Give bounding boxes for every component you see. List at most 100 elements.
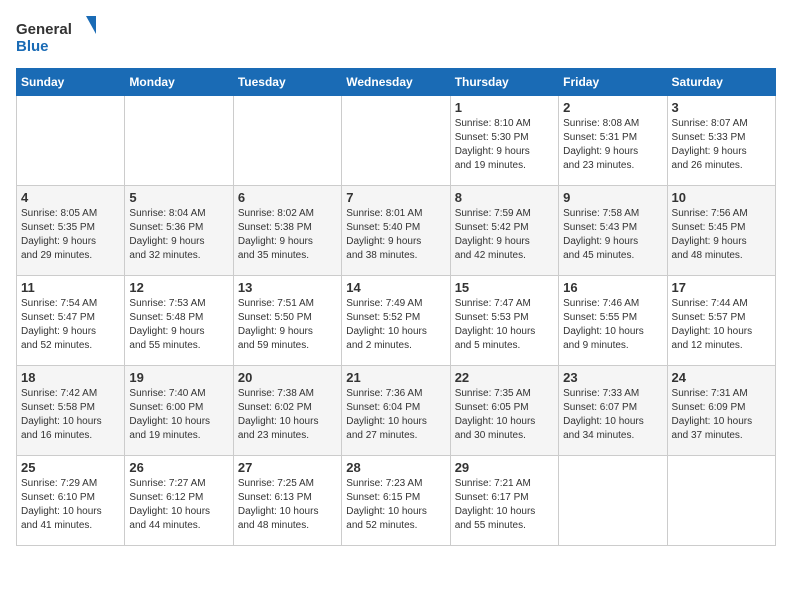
calendar-cell: 22 Sunrise: 7:35 AM Sunset: 6:05 PM Dayli… bbox=[450, 366, 558, 456]
day-number: 16 bbox=[563, 280, 662, 295]
calendar-cell: 14Sunrise: 7:49 AM Sunset: 5:52 PM Dayli… bbox=[342, 276, 450, 366]
day-number: 7 bbox=[346, 190, 445, 205]
day-number: 18 bbox=[21, 370, 120, 385]
calendar-cell: 23 Sunrise: 7:33 AM Sunset: 6:07 PM Dayli… bbox=[559, 366, 667, 456]
calendar-cell: 9 Sunrise: 7:58 AM Sunset: 5:43 PM Daylig… bbox=[559, 186, 667, 276]
day-number: 21 bbox=[346, 370, 445, 385]
day-number: 6 bbox=[238, 190, 337, 205]
calendar-cell bbox=[233, 96, 341, 186]
calendar-cell: 25 Sunrise: 7:29 AM Sunset: 6:10 PM Dayli… bbox=[17, 456, 125, 546]
day-number: 12 bbox=[129, 280, 228, 295]
logo: General Blue bbox=[16, 16, 100, 56]
day-info: Sunrise: 8:10 AM Sunset: 5:30 PM Dayligh… bbox=[455, 117, 554, 173]
day-info: Sunrise: 7:40 AM Sunset: 6:00 PM Dayligh… bbox=[129, 387, 228, 443]
day-number: 13 bbox=[238, 280, 337, 295]
calendar-cell: 15Sunrise: 7:47 AM Sunset: 5:53 PM Dayli… bbox=[450, 276, 558, 366]
calendar-week-row: 11 Sunrise: 7:54 AM Sunset: 5:47 PM Dayli… bbox=[17, 276, 776, 366]
calendar-cell: 13 Sunrise: 7:51 AM Sunset: 5:50 PM Dayli… bbox=[233, 276, 341, 366]
day-number: 8 bbox=[455, 190, 554, 205]
day-info: Sunrise: 7:44 AM Sunset: 5:57 PM Dayligh… bbox=[672, 297, 771, 353]
day-info: Sunrise: 7:27 AM Sunset: 6:12 PM Dayligh… bbox=[129, 477, 228, 533]
calendar-cell: 7 Sunrise: 8:01 AM Sunset: 5:40 PM Daylig… bbox=[342, 186, 450, 276]
day-number: 23 bbox=[563, 370, 662, 385]
calendar-cell: 10 Sunrise: 7:56 AM Sunset: 5:45 PM Dayli… bbox=[667, 186, 775, 276]
day-number: 2 bbox=[563, 100, 662, 115]
day-number: 15 bbox=[455, 280, 554, 295]
day-info: Sunrise: 8:04 AM Sunset: 5:36 PM Dayligh… bbox=[129, 207, 228, 263]
day-info: Sunrise: 7:21 AM Sunset: 6:17 PM Dayligh… bbox=[455, 477, 554, 533]
day-number: 26 bbox=[129, 460, 228, 475]
day-number: 3 bbox=[672, 100, 771, 115]
day-info: Sunrise: 8:02 AM Sunset: 5:38 PM Dayligh… bbox=[238, 207, 337, 263]
day-info: Sunrise: 7:51 AM Sunset: 5:50 PM Dayligh… bbox=[238, 297, 337, 353]
day-info: Sunrise: 7:42 AM Sunset: 5:58 PM Dayligh… bbox=[21, 387, 120, 443]
day-info: Sunrise: 7:59 AM Sunset: 5:42 PM Dayligh… bbox=[455, 207, 554, 263]
calendar-cell: 12 Sunrise: 7:53 AM Sunset: 5:48 PM Dayli… bbox=[125, 276, 233, 366]
calendar-cell: 21Sunrise: 7:36 AM Sunset: 6:04 PM Dayli… bbox=[342, 366, 450, 456]
header-wednesday: Wednesday bbox=[342, 69, 450, 96]
header-sunday: Sunday bbox=[17, 69, 125, 96]
day-info: Sunrise: 7:25 AM Sunset: 6:13 PM Dayligh… bbox=[238, 477, 337, 533]
calendar-cell: 18 Sunrise: 7:42 AM Sunset: 5:58 PM Dayli… bbox=[17, 366, 125, 456]
calendar-cell: 26 Sunrise: 7:27 AM Sunset: 6:12 PM Dayli… bbox=[125, 456, 233, 546]
calendar-cell: 27 Sunrise: 7:25 AM Sunset: 6:13 PM Dayli… bbox=[233, 456, 341, 546]
logo-icon: General Blue bbox=[16, 16, 96, 56]
calendar-cell: 3 Sunrise: 8:07 AM Sunset: 5:33 PM Daylig… bbox=[667, 96, 775, 186]
day-info: Sunrise: 8:08 AM Sunset: 5:31 PM Dayligh… bbox=[563, 117, 662, 173]
calendar-cell: 6 Sunrise: 8:02 AM Sunset: 5:38 PM Daylig… bbox=[233, 186, 341, 276]
day-number: 17 bbox=[672, 280, 771, 295]
calendar-cell bbox=[17, 96, 125, 186]
svg-text:Blue: Blue bbox=[16, 38, 49, 55]
day-number: 28 bbox=[346, 460, 445, 475]
day-number: 25 bbox=[21, 460, 120, 475]
day-number: 10 bbox=[672, 190, 771, 205]
calendar-cell: 20 Sunrise: 7:38 AM Sunset: 6:02 PM Dayli… bbox=[233, 366, 341, 456]
calendar-cell: 2 Sunrise: 8:08 AM Sunset: 5:31 PM Daylig… bbox=[559, 96, 667, 186]
day-number: 5 bbox=[129, 190, 228, 205]
day-number: 20 bbox=[238, 370, 337, 385]
calendar-cell: 5 Sunrise: 8:04 AM Sunset: 5:36 PM Daylig… bbox=[125, 186, 233, 276]
day-info: Sunrise: 7:38 AM Sunset: 6:02 PM Dayligh… bbox=[238, 387, 337, 443]
day-info: Sunrise: 7:56 AM Sunset: 5:45 PM Dayligh… bbox=[672, 207, 771, 263]
header-friday: Friday bbox=[559, 69, 667, 96]
day-number: 24 bbox=[672, 370, 771, 385]
day-number: 9 bbox=[563, 190, 662, 205]
calendar-cell bbox=[559, 456, 667, 546]
calendar-cell: 16Sunrise: 7:46 AM Sunset: 5:55 PM Dayli… bbox=[559, 276, 667, 366]
calendar-cell: 24 Sunrise: 7:31 AM Sunset: 6:09 PM Dayli… bbox=[667, 366, 775, 456]
calendar-cell: 1Sunrise: 8:10 AM Sunset: 5:30 PM Daylig… bbox=[450, 96, 558, 186]
calendar-cell: 8 Sunrise: 7:59 AM Sunset: 5:42 PM Daylig… bbox=[450, 186, 558, 276]
day-number: 14 bbox=[346, 280, 445, 295]
day-info: Sunrise: 8:05 AM Sunset: 5:35 PM Dayligh… bbox=[21, 207, 120, 263]
day-info: Sunrise: 7:31 AM Sunset: 6:09 PM Dayligh… bbox=[672, 387, 771, 443]
day-number: 19 bbox=[129, 370, 228, 385]
day-info: Sunrise: 7:23 AM Sunset: 6:15 PM Dayligh… bbox=[346, 477, 445, 533]
svg-text:General: General bbox=[16, 21, 72, 38]
day-info: Sunrise: 7:35 AM Sunset: 6:05 PM Dayligh… bbox=[455, 387, 554, 443]
calendar-cell: 4Sunrise: 8:05 AM Sunset: 5:35 PM Daylig… bbox=[17, 186, 125, 276]
header-tuesday: Tuesday bbox=[233, 69, 341, 96]
calendar-cell: 29 Sunrise: 7:21 AM Sunset: 6:17 PM Dayli… bbox=[450, 456, 558, 546]
header-monday: Monday bbox=[125, 69, 233, 96]
calendar-week-row: 18 Sunrise: 7:42 AM Sunset: 5:58 PM Dayli… bbox=[17, 366, 776, 456]
header-thursday: Thursday bbox=[450, 69, 558, 96]
day-info: Sunrise: 7:29 AM Sunset: 6:10 PM Dayligh… bbox=[21, 477, 120, 533]
page-header: General Blue bbox=[16, 16, 776, 56]
calendar-week-row: 4Sunrise: 8:05 AM Sunset: 5:35 PM Daylig… bbox=[17, 186, 776, 276]
day-number: 27 bbox=[238, 460, 337, 475]
day-info: Sunrise: 7:58 AM Sunset: 5:43 PM Dayligh… bbox=[563, 207, 662, 263]
calendar-cell bbox=[667, 456, 775, 546]
calendar-cell: 17 Sunrise: 7:44 AM Sunset: 5:57 PM Dayli… bbox=[667, 276, 775, 366]
calendar-cell bbox=[342, 96, 450, 186]
day-number: 11 bbox=[21, 280, 120, 295]
day-info: Sunrise: 8:07 AM Sunset: 5:33 PM Dayligh… bbox=[672, 117, 771, 173]
day-info: Sunrise: 7:53 AM Sunset: 5:48 PM Dayligh… bbox=[129, 297, 228, 353]
day-info: Sunrise: 7:33 AM Sunset: 6:07 PM Dayligh… bbox=[563, 387, 662, 443]
header-saturday: Saturday bbox=[667, 69, 775, 96]
day-number: 22 bbox=[455, 370, 554, 385]
calendar-cell bbox=[125, 96, 233, 186]
calendar-header-row: SundayMondayTuesdayWednesdayThursdayFrid… bbox=[17, 69, 776, 96]
day-info: Sunrise: 8:01 AM Sunset: 5:40 PM Dayligh… bbox=[346, 207, 445, 263]
day-number: 29 bbox=[455, 460, 554, 475]
day-info: Sunrise: 7:54 AM Sunset: 5:47 PM Dayligh… bbox=[21, 297, 120, 353]
